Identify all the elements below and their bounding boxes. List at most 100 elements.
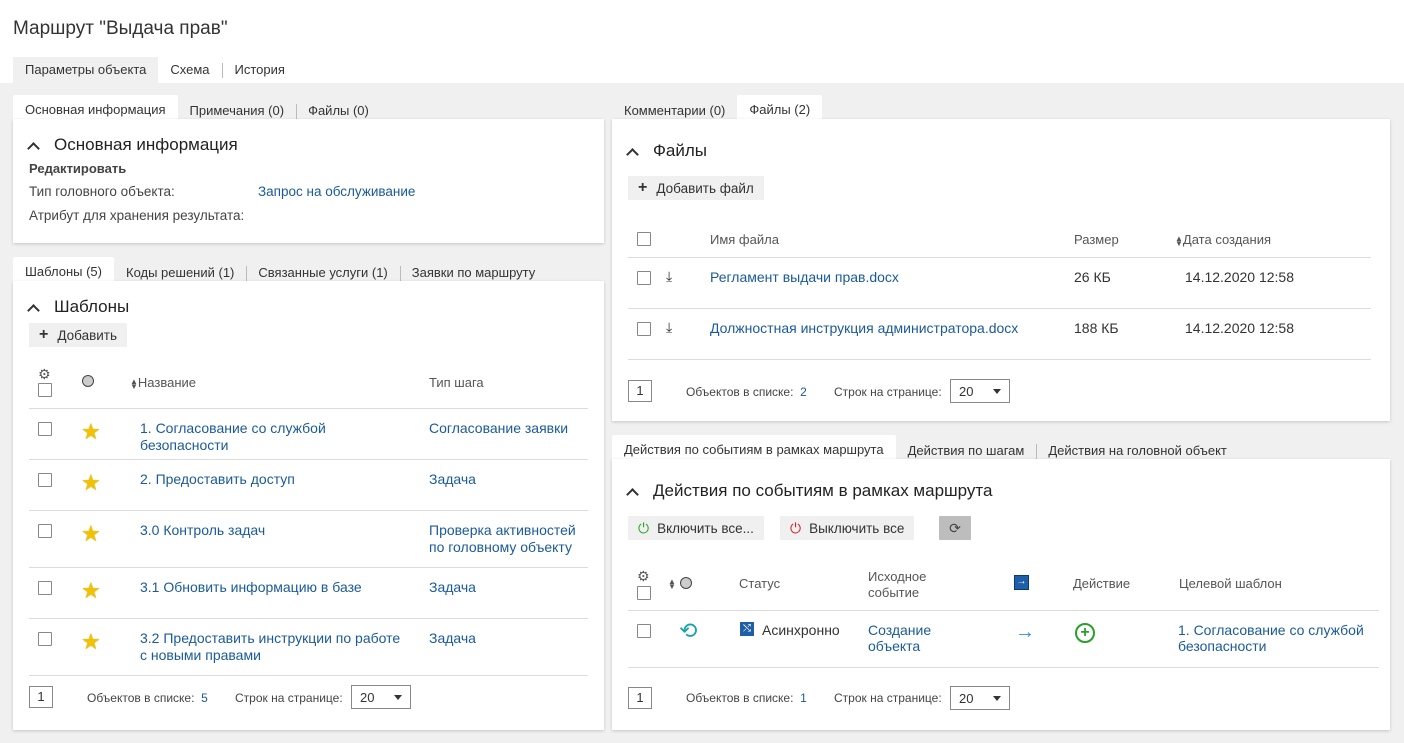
col-filename-header[interactable]: Имя файла xyxy=(710,232,779,247)
plus-icon: + xyxy=(638,179,648,196)
row-checkbox[interactable] xyxy=(38,473,52,487)
file-link[interactable]: Должностная инструкция администратора.do… xyxy=(710,320,1018,336)
files-header[interactable]: Файлы xyxy=(622,141,707,161)
state-circle-icon xyxy=(82,375,94,387)
divider xyxy=(29,408,588,409)
section-title: Действия по событиям в рамках маршрута xyxy=(653,481,993,500)
basic-info-panel: Основная информация Редактировать Тип го… xyxy=(13,119,604,243)
row-checkbox[interactable] xyxy=(637,271,651,285)
template-link[interactable]: 1. Согласование со службой безопасности xyxy=(140,420,400,454)
templates-header[interactable]: Шаблоны xyxy=(23,297,129,317)
divider xyxy=(29,675,588,676)
status-value: Асинхронно xyxy=(762,622,840,638)
sort-icon: ▲ ▼ xyxy=(1175,233,1183,248)
col-date-header[interactable]: ▲ ▼Дата создания xyxy=(1175,232,1271,247)
template-link[interactable]: 3.1 Обновить информацию в базе xyxy=(140,579,362,595)
add-template-button[interactable]: + Добавить xyxy=(29,323,128,347)
file-date: 14.12.2020 12:58 xyxy=(1185,269,1294,285)
target-template-link[interactable]: 1. Согласование со службой безопасности xyxy=(1178,622,1378,654)
chevron-down-icon xyxy=(993,388,1001,394)
plus-icon: + xyxy=(39,326,49,343)
event-type-icon: → xyxy=(1014,575,1029,590)
divider xyxy=(29,618,588,619)
step-type-link[interactable]: Проверка активностей по головному объект… xyxy=(429,522,589,556)
select-all-checkbox[interactable] xyxy=(38,383,52,397)
enable-all-button[interactable]: ⏻ Включить все... xyxy=(628,516,764,540)
event-link[interactable]: Создание объекта xyxy=(868,622,948,654)
step-type-link[interactable]: Задача xyxy=(429,471,476,487)
step-type-link[interactable]: Задача xyxy=(429,630,476,646)
add-action-icon[interactable]: + xyxy=(1075,623,1095,643)
power-on-icon: ⏻ xyxy=(638,519,650,536)
step-type-link[interactable]: Задача xyxy=(429,579,476,595)
file-size: 188 КБ xyxy=(1074,320,1119,336)
add-label: Добавить xyxy=(57,327,118,343)
arrow-right-icon: → xyxy=(1015,621,1035,643)
page-number[interactable]: 1 xyxy=(628,687,652,709)
rows-per-page-select[interactable]: 20 xyxy=(351,685,411,709)
tab-scheme[interactable]: Схема xyxy=(158,57,221,83)
rows-per-page-select[interactable]: 20 xyxy=(950,379,1010,403)
divider xyxy=(628,610,1379,611)
row-checkbox[interactable] xyxy=(38,524,52,538)
actions-panel: Действия по событиям в рамках маршрута ⏻… xyxy=(612,459,1390,730)
collapse-icon xyxy=(626,487,639,501)
templates-panel: Шаблоны + Добавить ⚙ ▲ ▼Название Тип шага… xyxy=(13,281,604,730)
edit-link[interactable]: Редактировать xyxy=(29,161,126,176)
tab-object-params[interactable]: Параметры объекта xyxy=(13,57,159,83)
file-link[interactable]: Регламент выдачи прав.docx xyxy=(710,269,899,285)
state-circle-icon xyxy=(680,577,692,589)
download-icon[interactable]: ⤓ xyxy=(666,268,672,285)
row-checkbox[interactable] xyxy=(637,624,651,638)
section-title: Шаблоны xyxy=(54,297,130,316)
divider xyxy=(628,667,1379,668)
disable-all-button[interactable]: ⏻ Выключить все xyxy=(780,516,915,540)
download-icon[interactable]: ⤓ xyxy=(666,319,672,336)
collapse-icon xyxy=(626,147,639,161)
async-icon: ⤭ xyxy=(740,622,754,636)
col-target-header[interactable]: Целевой шаблон xyxy=(1179,576,1282,591)
row-checkbox[interactable] xyxy=(38,422,52,436)
step-type-link[interactable]: Согласование заявки xyxy=(429,420,589,436)
select-all-checkbox[interactable] xyxy=(637,232,651,246)
divider xyxy=(628,359,1371,360)
count-label: Объектов в списке: 1 xyxy=(686,691,807,705)
col-type-header[interactable]: Тип шага xyxy=(429,375,484,390)
refresh-button[interactable]: ⟳ xyxy=(939,516,971,540)
template-link[interactable]: 3.2 Предоставить инструкции по работе с … xyxy=(140,630,410,664)
select-all-checkbox[interactable] xyxy=(637,586,651,600)
template-link[interactable]: 2. Предоставить доступ xyxy=(140,471,295,487)
col-size-header[interactable]: Размер xyxy=(1074,232,1119,247)
section-title: Файлы xyxy=(653,141,708,160)
row-checkbox[interactable] xyxy=(38,632,52,646)
count-label: Объектов в списке: 2 xyxy=(686,385,807,399)
count-value: 2 xyxy=(800,385,807,399)
col-event-header[interactable]: Исходное событие xyxy=(868,569,926,601)
star-icon: ★ xyxy=(81,578,101,603)
col-action-header[interactable]: Действие xyxy=(1073,576,1130,591)
divider xyxy=(628,257,1371,258)
gear-icon[interactable]: ⚙ xyxy=(637,568,650,585)
count-label: Объектов в списке: 5 xyxy=(87,691,208,705)
add-file-button[interactable]: + Добавить файл xyxy=(628,176,764,200)
row-checkbox[interactable] xyxy=(637,322,651,336)
actions-header[interactable]: Действия по событиям в рамках маршрута xyxy=(622,481,992,501)
row-checkbox[interactable] xyxy=(38,581,52,595)
result-attr-label: Атрибут для хранения результата: xyxy=(29,208,245,223)
divider xyxy=(29,567,588,568)
sort-icon: ▲ ▼ xyxy=(130,376,138,391)
head-type-link[interactable]: Запрос на обслуживание xyxy=(258,184,415,199)
rows-per-page-select[interactable]: 20 xyxy=(950,686,1010,710)
count-value: 1 xyxy=(800,691,807,705)
sort-icon[interactable]: ▲ ▼ xyxy=(668,578,676,591)
gear-icon[interactable]: ⚙ xyxy=(38,366,51,383)
page-number[interactable]: 1 xyxy=(628,380,652,402)
section-title: Основная информация xyxy=(54,135,238,154)
col-name-header[interactable]: ▲ ▼Название xyxy=(130,375,196,390)
page-number[interactable]: 1 xyxy=(29,686,53,708)
col-status-header[interactable]: Статус xyxy=(739,576,780,591)
add-file-label: Добавить файл xyxy=(656,180,754,196)
basic-info-header[interactable]: Основная информация xyxy=(23,135,238,155)
template-link[interactable]: 3.0 Контроль задач xyxy=(140,522,265,538)
tab-history[interactable]: История xyxy=(223,57,297,83)
